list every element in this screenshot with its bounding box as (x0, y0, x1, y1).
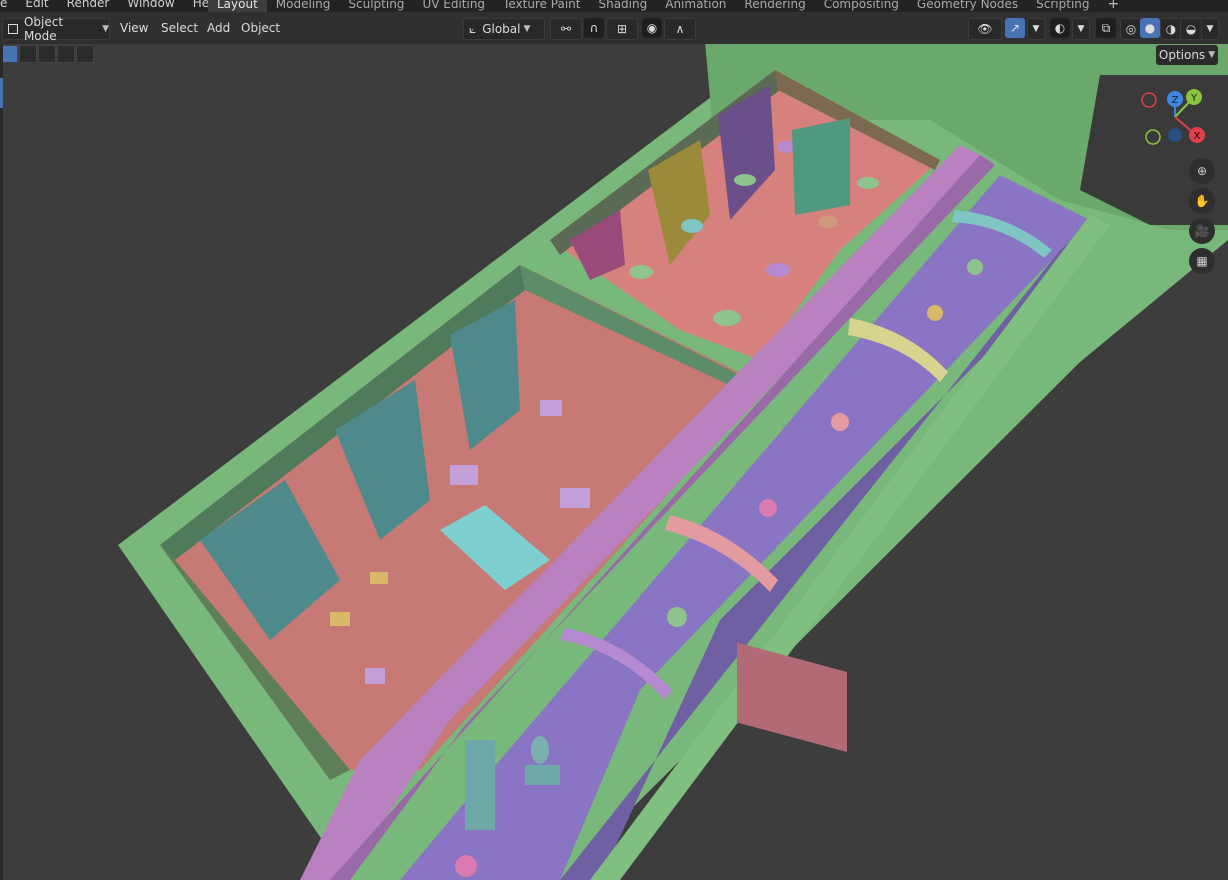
proportional-edit-toggle[interactable]: ◉ (642, 18, 662, 38)
pivot-point-button[interactable]: ⚯ (550, 18, 582, 40)
overlays-icon: ◐ (1054, 21, 1066, 35)
falloff-curve-icon: ∧ (675, 22, 685, 36)
tab-rendering[interactable]: Rendering (735, 0, 814, 12)
z-axis-label: Z (1172, 95, 1179, 106)
tab-geometry-nodes[interactable]: Geometry Nodes (908, 0, 1027, 12)
select-subtract-button[interactable] (38, 45, 56, 63)
tab-shading[interactable]: Shading (589, 0, 656, 12)
zoom-button[interactable]: ⊕ (1189, 158, 1215, 184)
chevron-down-icon: ▼ (1208, 50, 1216, 60)
xray-toggle[interactable]: ⧉ (1096, 18, 1116, 38)
zoom-magnifier-icon: ⊕ (1196, 164, 1208, 178)
y-axis-label: Y (1190, 93, 1198, 104)
object-mode-icon (8, 24, 18, 34)
tab-compositing[interactable]: Compositing (815, 0, 908, 12)
mode-label: Object Mode (23, 15, 64, 43)
solid-sphere-icon: ● (1144, 21, 1156, 35)
tab-layout[interactable]: Layout (208, 0, 267, 12)
select-intersect-button[interactable] (76, 45, 94, 63)
snap-target-button[interactable]: ⊞ (606, 18, 638, 40)
negative-z-handle[interactable] (1168, 128, 1182, 142)
overlays-toggle[interactable]: ◐ (1050, 18, 1070, 38)
orientation-axes-icon: ⟀ (469, 21, 477, 36)
negative-y-handle[interactable] (1145, 129, 1161, 145)
negative-x-handle[interactable] (1141, 92, 1157, 108)
tab-animation[interactable]: Animation (656, 0, 735, 12)
shading-solid-button[interactable]: ● (1140, 18, 1160, 38)
snap-toggle[interactable]: ∩ (584, 18, 604, 38)
gizmo-toggle[interactable]: ↗ (1005, 18, 1025, 38)
pivot-icon: ⚯ (560, 22, 572, 36)
tab-modeling[interactable]: Modeling (267, 0, 340, 12)
toolbar-edge[interactable] (0, 44, 3, 880)
gizmo-dropdown[interactable]: ▼ (1027, 18, 1045, 40)
tab-uv-editing[interactable]: UV Editing (413, 0, 494, 12)
transform-orientation-selector[interactable]: ⟀ Global ▼ (463, 18, 545, 40)
material-sphere-icon: ◑ (1165, 22, 1177, 36)
select-invert-button[interactable] (57, 45, 75, 63)
menu-window[interactable]: Window (127, 0, 174, 10)
wireframe-sphere-icon: ◎ (1125, 22, 1137, 36)
object-menu[interactable]: Object (241, 18, 280, 38)
shading-rendered-button[interactable]: ◒ (1180, 18, 1202, 40)
selection-mode-tools (0, 45, 95, 65)
chevron-down-icon: ▼ (1077, 24, 1085, 34)
eye-icon: 👁 (977, 22, 993, 36)
shading-wireframe-button[interactable]: ◎ (1120, 18, 1142, 40)
falloff-button[interactable]: ∧ (664, 18, 696, 40)
menu-file[interactable]: e (0, 0, 7, 10)
tab-texture-paint[interactable]: Texture Paint (494, 0, 589, 12)
proportional-edit-icon: ◉ (646, 21, 658, 35)
snap-grid-icon: ⊞ (616, 22, 628, 36)
tab-sculpting[interactable]: Sculpting (339, 0, 413, 12)
camera-icon: 🎥 (1194, 224, 1210, 238)
tab-scripting[interactable]: Scripting (1027, 0, 1098, 12)
viewport-3d[interactable] (0, 0, 1228, 880)
hand-icon: ✋ (1194, 194, 1210, 208)
grid-perspective-icon: ▦ (1196, 254, 1208, 268)
orientation-label: Global (482, 22, 521, 36)
options-label: Options (1158, 48, 1206, 62)
chevron-down-icon: ▼ (523, 24, 531, 34)
chevron-down-icon: ▼ (1206, 24, 1214, 34)
menu-edit[interactable]: Edit (25, 0, 48, 10)
pan-button[interactable]: ✋ (1189, 188, 1215, 214)
select-extend-button[interactable] (19, 45, 37, 63)
select-menu[interactable]: Select (161, 18, 198, 38)
viewport-header: Object Mode ▼ View Select Add Object ⟀ G… (0, 12, 1228, 44)
xray-icon: ⧉ (1101, 20, 1111, 35)
shading-dropdown[interactable]: ▼ (1201, 18, 1219, 40)
shading-material-button[interactable]: ◑ (1160, 18, 1182, 40)
top-bar: e Edit Render Window Help Layout Modelin… (0, 0, 1228, 12)
add-workspace-button[interactable]: + (1099, 0, 1129, 12)
menu-render[interactable]: Render (67, 0, 110, 10)
chevron-down-icon: ▼ (102, 24, 109, 34)
toolbar-active-marker (0, 78, 3, 108)
gizmo-icon: ↗ (1009, 21, 1021, 35)
main-menu: e Edit Render Window Help (0, 0, 238, 11)
visibility-button[interactable]: 👁 (968, 18, 1002, 40)
perspective-toggle-button[interactable]: ▦ (1189, 248, 1215, 274)
x-axis-label: X (1194, 131, 1201, 142)
options-dropdown[interactable]: Options ▼ (1156, 45, 1218, 65)
magnet-icon: ∩ (589, 21, 599, 35)
rendered-sphere-icon: ◒ (1185, 22, 1197, 36)
navigation-gizmo[interactable]: Z Y X (1135, 82, 1215, 152)
chevron-down-icon: ▼ (1032, 24, 1040, 34)
mode-selector[interactable]: Object Mode ▼ (2, 15, 110, 43)
view-menu[interactable]: View (120, 18, 148, 38)
camera-view-button[interactable]: 🎥 (1189, 218, 1215, 244)
overlays-dropdown[interactable]: ▼ (1072, 18, 1090, 40)
add-menu[interactable]: Add (207, 18, 230, 38)
workspace-tabs: Layout Modeling Sculpting UV Editing Tex… (208, 0, 1128, 12)
